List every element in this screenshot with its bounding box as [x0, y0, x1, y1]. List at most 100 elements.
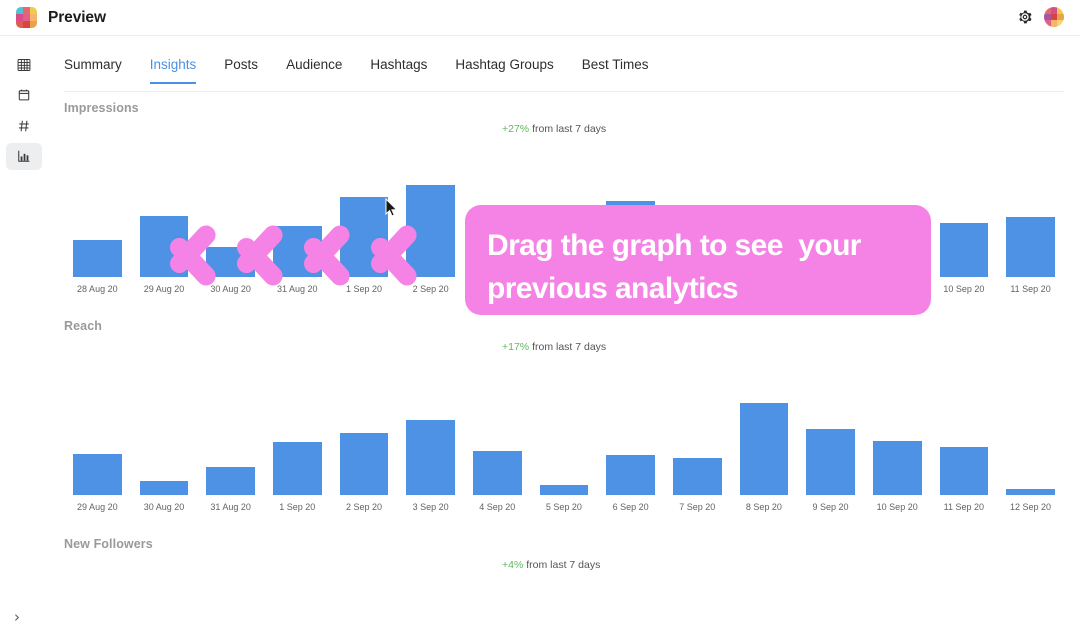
bar[interactable]	[739, 403, 789, 495]
impressions-delta-text: from last 7 days	[529, 123, 607, 135]
bar-axis-label: 31 Aug 20	[210, 502, 251, 512]
bar[interactable]	[806, 429, 855, 495]
bar-axis-label: 8 Sep 20	[812, 284, 849, 294]
bar-column[interactable]: 30 Aug 20	[197, 147, 264, 294]
bar-column[interactable]: 1 Sep 20	[264, 365, 331, 512]
avatar[interactable]	[1044, 7, 1064, 27]
bar-axis-label: 9 Sep 20	[812, 502, 849, 512]
bar-column[interactable]: 28 Aug 20	[64, 147, 131, 294]
bar[interactable]	[406, 185, 455, 277]
hashtag-icon	[17, 119, 31, 135]
expand-sidebar-button[interactable]: ›	[14, 608, 20, 626]
bar[interactable]	[272, 226, 322, 277]
bar-column[interactable]: 31 Aug 20	[264, 147, 331, 294]
sidebar-item-analytics[interactable]	[6, 143, 42, 170]
bar[interactable]	[73, 454, 122, 495]
bar-column[interactable]: 11 Sep 20	[997, 147, 1064, 294]
bar-column[interactable]: 10 Sep 20	[864, 365, 931, 512]
bar-column[interactable]: 9 Sep 20	[864, 147, 931, 294]
bar-column[interactable]: 4 Sep 20	[464, 365, 531, 512]
bar-column[interactable]: 11 Sep 20	[931, 365, 998, 512]
bar[interactable]	[206, 246, 255, 277]
bar-column[interactable]: 30 Aug 20	[131, 365, 198, 512]
bar-column[interactable]: 31 Aug 20	[197, 365, 264, 512]
bar[interactable]	[606, 201, 655, 277]
bar-column[interactable]: 6 Sep 20	[597, 365, 664, 512]
bar[interactable]	[472, 451, 522, 495]
tab-insights[interactable]: Insights	[136, 57, 211, 84]
bar[interactable]	[872, 440, 922, 495]
sidebar-item-calendar[interactable]	[6, 82, 42, 109]
bar-column[interactable]: 3 Sep 20	[464, 147, 531, 294]
sidebar-item-grid[interactable]	[6, 52, 42, 79]
bar-column[interactable]: 3 Sep 20	[397, 365, 464, 512]
bar[interactable]	[872, 214, 922, 277]
tab-hashtag-groups[interactable]: Hashtag Groups	[441, 57, 567, 83]
bar-column[interactable]: 7 Sep 20	[664, 365, 731, 512]
bar[interactable]	[406, 419, 455, 495]
bar-axis-label: 5 Sep 20	[612, 284, 649, 294]
tab-audience[interactable]: Audience	[272, 57, 356, 83]
bar[interactable]	[806, 212, 855, 277]
bar[interactable]	[539, 484, 589, 495]
reach-delta-text: from last 7 days	[529, 341, 607, 353]
bar-column[interactable]: 10 Sep 20	[931, 147, 998, 294]
tab-posts[interactable]: Posts	[210, 57, 272, 83]
bar-axis-label: 7 Sep 20	[679, 502, 716, 512]
tab-best-times[interactable]: Best Times	[568, 57, 663, 83]
reach-delta: +17% from last 7 days	[502, 341, 606, 353]
bar-column[interactable]: 6 Sep 20	[664, 147, 731, 294]
main-content: Summary Insights Posts Audience Hashtags…	[47, 37, 1080, 631]
bar-axis-label: 31 Aug 20	[277, 284, 318, 294]
bar-axis-label: 7 Sep 20	[745, 284, 782, 294]
tab-hashtags[interactable]: Hashtags	[356, 57, 441, 83]
bar-axis-label: 29 Aug 20	[143, 284, 185, 294]
bar-column[interactable]: 1 Sep 20	[331, 147, 398, 294]
bar-column[interactable]: 9 Sep 20	[797, 365, 864, 512]
bar-column[interactable]: 29 Aug 20	[131, 147, 198, 294]
bar-column[interactable]: 4 Sep 20	[531, 147, 598, 294]
bar-axis-label: 11 Sep 20	[1010, 284, 1051, 294]
bar-axis-label: 9 Sep 20	[879, 284, 916, 294]
bar[interactable]	[139, 216, 189, 277]
impressions-chart[interactable]: 28 Aug 20 29 Aug 20 30 Aug 20 31 Aug 20 1 Se…	[64, 167, 1064, 297]
brand: Preview	[16, 7, 106, 28]
tab-summary[interactable]: Summary	[64, 57, 136, 83]
bar[interactable]	[73, 240, 122, 277]
bar[interactable]	[1006, 217, 1055, 277]
bar[interactable]	[539, 217, 589, 277]
bar[interactable]	[939, 222, 989, 277]
bar[interactable]	[206, 466, 255, 495]
sidebar-item-hashtag[interactable]	[6, 113, 42, 140]
bar[interactable]	[1006, 488, 1055, 495]
bar[interactable]	[272, 441, 322, 495]
bar-column[interactable]: 8 Sep 20	[797, 147, 864, 294]
bar[interactable]	[672, 205, 722, 277]
bar-column[interactable]: 5 Sep 20	[597, 147, 664, 294]
new-followers-title: New Followers	[64, 537, 153, 551]
bar[interactable]	[139, 481, 189, 495]
bar-column[interactable]: 8 Sep 20	[731, 365, 798, 512]
bar-column[interactable]: 29 Aug 20	[64, 365, 131, 512]
bar-column[interactable]: 2 Sep 20	[397, 147, 464, 294]
bar-axis-label: 10 Sep 20	[876, 502, 918, 512]
bar[interactable]	[339, 196, 389, 277]
reach-chart[interactable]: 29 Aug 20 30 Aug 20 31 Aug 20 1 Sep 20 2 Sep…	[64, 385, 1064, 515]
bar-axis-label: 1 Sep 20	[279, 502, 316, 512]
bar[interactable]	[672, 458, 722, 495]
bar[interactable]	[472, 209, 522, 277]
top-bar: Preview	[0, 0, 1080, 36]
bar-column[interactable]: 5 Sep 20	[531, 365, 598, 512]
bar-column[interactable]: 2 Sep 20	[331, 365, 398, 512]
impressions-title: Impressions	[64, 101, 139, 115]
bar[interactable]	[606, 455, 655, 495]
bar[interactable]	[739, 220, 789, 277]
bar-axis-label: 2 Sep 20	[412, 284, 449, 294]
bar[interactable]	[339, 433, 389, 495]
bar-column[interactable]: 7 Sep 20	[731, 147, 798, 294]
gear-icon[interactable]	[1016, 8, 1034, 26]
bar-column[interactable]: 12 Sep 20	[997, 365, 1064, 512]
bar-axis-label: 2 Sep 20	[345, 502, 382, 512]
bar[interactable]	[939, 446, 989, 495]
impressions-bars: 28 Aug 20 29 Aug 20 30 Aug 20 31 Aug 20 1 Se…	[64, 147, 1064, 294]
